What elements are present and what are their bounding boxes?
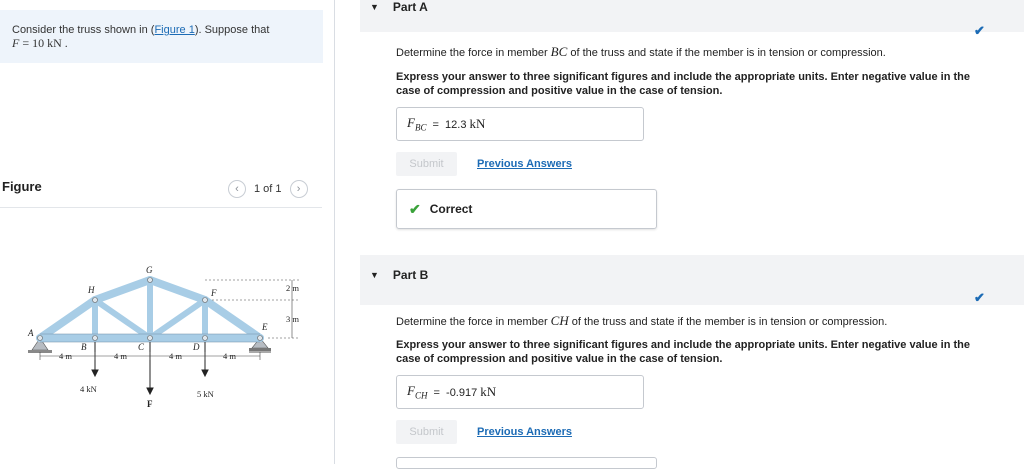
part-b-header[interactable]: ▼ Part B [370,268,428,282]
part-b-answer-unit: kN [480,384,497,399]
label-H: H [87,285,95,295]
part-a-feedback: ✔ Correct [396,189,657,229]
part-b-previous-answers-link[interactable]: Previous Answers [477,426,572,438]
span-label-2: 4 m [114,351,127,361]
part-b-feedback-box [396,457,657,469]
span-label-1: 4 m [59,351,72,361]
part-a-answer-eq: = [432,119,439,131]
left-panel: Consider the truss shown in (Figure 1). … [0,0,335,464]
problem-text: Consider the truss shown in ( [12,24,155,36]
force-equation: F = 10 kN . [12,36,68,50]
part-b-question-end: of the truss and state if the member is … [568,316,888,328]
span-label-3: 4 m [169,351,182,361]
part-a-answer-var: F [407,115,415,131]
checkmark-icon: ✔ [974,23,985,38]
part-b-answer-value: = -0.917 kN [433,384,496,400]
load-label-2: 5 kN [197,389,214,399]
page-indicator: 1 of 1 [254,183,282,195]
part-a-question-text: Determine the force in member [396,47,551,59]
part-b-submit-button[interactable]: Submit [396,420,457,444]
part-b-header-band [360,255,1024,305]
triangle-down-icon[interactable]: ▼ [370,2,379,12]
force-eq: = 10 [19,36,48,50]
part-a-feedback-text: Correct [429,202,473,216]
part-b-title: Part B [392,268,429,282]
figure-divider [0,207,322,208]
figure-title: Figure [2,179,42,194]
part-a-answer-field[interactable]: FBC = 12.3 kN [396,107,644,141]
part-b-answer-var: F [407,383,415,399]
part-a-instructions: Express your answer to three significant… [396,71,970,97]
part-a-answer-label: FBC [407,115,426,133]
part-a-answer-value: = 12.3 kN [432,116,485,132]
label-G: G [146,265,153,275]
label-B: B [81,342,87,352]
label-F-bottom: F [147,399,153,409]
label-C: C [138,342,145,352]
right-panel: ▼ Part A ✔ Determine the force in member… [335,0,1024,469]
height-label-1: 2 m [286,283,299,293]
part-a-header-band [360,0,1024,32]
part-b-answer-number: -0.917 [446,387,478,399]
part-a-question-end: of the truss and state if the member is … [567,47,886,59]
part-b-question-text: Determine the force in member [396,316,551,328]
figure-link[interactable]: Figure 1 [154,24,194,36]
part-a-answer-unit: kN [469,116,486,131]
part-b-question: Determine the force in member CH of the … [396,314,996,329]
part-b-answer-sub: CH [414,390,428,401]
label-E: E [261,322,268,332]
problem-text-suffix: ). Suppose that [194,24,270,36]
label-F-top: F [210,288,217,298]
chevron-left-icon[interactable]: ‹ [228,180,246,198]
part-b-answer-eq: = [433,387,440,399]
load-arrows [91,342,209,396]
part-a-answer-sub: BC [414,122,427,133]
part-a-answer-number: 12.3 [445,119,467,131]
figure-pager: ‹ 1 of 1 › [228,178,308,200]
part-b-answer-label: FCH [407,383,427,401]
part-a-submit-button[interactable]: Submit [396,152,457,176]
part-a-question: Determine the force in member BC of the … [396,45,996,60]
label-A: A [27,328,34,338]
height-label-2: 3 m [286,314,299,324]
truss-members [36,276,264,342]
part-a-header[interactable]: ▼ Part A [370,0,428,14]
part-a-previous-answers-link[interactable]: Previous Answers [477,158,572,170]
chevron-right-icon[interactable]: › [289,180,308,198]
problem-statement: Consider the truss shown in (Figure 1). … [0,10,323,63]
part-b-answer-field[interactable]: FCH = -0.917 kN [396,375,644,409]
label-D: D [192,342,200,352]
part-b-instructions: Express your answer to three significant… [396,339,970,365]
part-a-member: BC [550,44,568,59]
force-end: . [61,36,68,50]
triangle-down-icon[interactable]: ▼ [370,270,379,280]
checkmark-icon: ✔ [974,290,985,305]
force-unit: kN [47,36,62,50]
part-a-title: Part A [392,0,428,14]
truss-figure: A B C D E F G H F 4 kN 5 kN 4 m 4 m 4 m … [27,265,300,409]
part-b-member: CH [550,313,569,328]
checkmark-icon: ✔ [409,200,421,217]
span-label-4: 4 m [223,351,236,361]
load-label-1: 4 kN [80,384,97,394]
